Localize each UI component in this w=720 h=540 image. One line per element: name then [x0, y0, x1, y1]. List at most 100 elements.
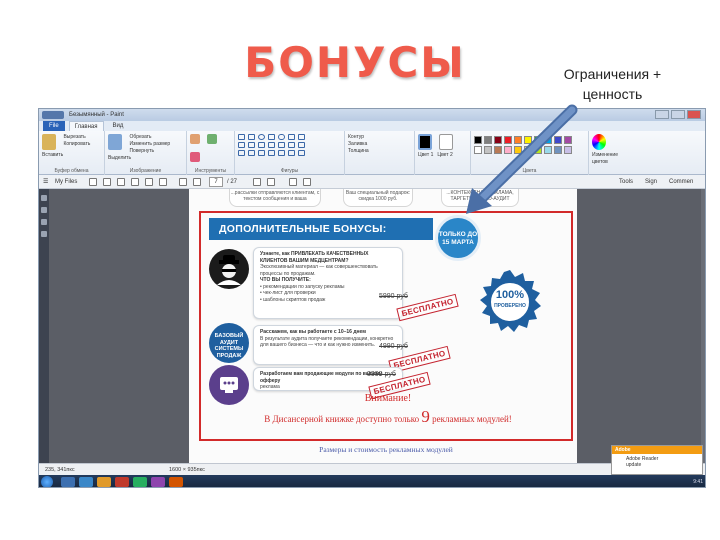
color-swatch[interactable] [544, 136, 552, 144]
shape-callout-oval-icon[interactable] [288, 150, 295, 156]
shape-arrow-down-icon[interactable] [238, 150, 245, 156]
color-swatch[interactable] [524, 146, 532, 154]
shape-star4-icon[interactable] [248, 150, 255, 156]
zoom-in-icon[interactable] [303, 178, 311, 186]
color-swatch[interactable] [554, 136, 562, 144]
rotate-button[interactable]: Повернуть [129, 148, 170, 155]
color-swatch[interactable] [524, 136, 532, 144]
taskbar-media-icon[interactable] [115, 477, 129, 487]
bookmarks-icon[interactable] [41, 207, 47, 213]
create-pdf-icon[interactable] [89, 178, 97, 186]
color-swatch[interactable] [514, 146, 522, 154]
fill-bucket-icon[interactable] [207, 134, 218, 144]
select-icon[interactable] [108, 134, 122, 150]
sign-button[interactable]: Sign [645, 175, 657, 189]
taskbar-ie-icon[interactable] [79, 477, 93, 487]
start-button[interactable] [41, 476, 53, 487]
color-swatch[interactable] [534, 136, 542, 144]
taskbar-reader-icon[interactable] [169, 477, 183, 487]
shape-rounded-rect-icon[interactable] [278, 134, 285, 140]
color-swatch[interactable] [514, 136, 522, 144]
hand-icon[interactable] [267, 178, 275, 186]
shape-triangle-icon[interactable] [298, 134, 305, 140]
zoom-out-icon[interactable] [289, 178, 297, 186]
shape-star6-icon[interactable] [268, 150, 275, 156]
close-button[interactable] [687, 110, 701, 119]
attachments-icon[interactable] [41, 219, 47, 225]
print-icon[interactable] [131, 178, 139, 186]
shapes-gallery[interactable] [238, 134, 341, 156]
my-files-button[interactable]: My Files [55, 175, 77, 189]
save-icon[interactable] [117, 178, 125, 186]
shape-arrow-left-icon[interactable] [288, 142, 295, 148]
color-swatch[interactable] [474, 146, 482, 154]
shape-heart-icon[interactable] [298, 150, 305, 156]
color-swatch[interactable] [544, 146, 552, 154]
shape-diamond-icon[interactable] [248, 142, 255, 148]
tools-button[interactable]: Tools [619, 175, 633, 189]
color-swatch[interactable] [474, 136, 482, 144]
color-swatch[interactable] [494, 146, 502, 154]
color-swatch[interactable] [564, 146, 572, 154]
copy-button[interactable]: Копировать [63, 141, 90, 148]
color-swatch[interactable] [484, 136, 492, 144]
paste-button[interactable]: Вставить [42, 152, 101, 159]
quick-access-toolbar[interactable] [42, 111, 64, 119]
shape-pentagon-icon[interactable] [258, 142, 265, 148]
maximize-button[interactable] [671, 110, 685, 119]
taskbar-explorer-icon[interactable] [61, 477, 75, 487]
shape-rect-icon[interactable] [268, 134, 275, 140]
pencil-icon[interactable] [190, 134, 200, 144]
tray-clock[interactable]: 9:41 [693, 475, 703, 487]
menu-icon[interactable]: ☰ [43, 175, 48, 189]
prev-page-icon[interactable] [179, 178, 187, 186]
shape-oval-icon[interactable] [258, 134, 265, 140]
page-number-input[interactable]: 7 [209, 177, 223, 187]
pointer-icon[interactable] [253, 178, 261, 186]
edit-colors-button[interactable]: Изменение цветов [592, 152, 630, 166]
color-swatch[interactable] [534, 146, 542, 154]
color-swatch[interactable] [554, 146, 562, 154]
minimize-button[interactable] [655, 110, 669, 119]
fill-button[interactable]: Заливка [348, 141, 411, 148]
layers-icon[interactable] [41, 231, 47, 237]
select-button[interactable]: Выделить [108, 155, 183, 162]
taskbar-folder-icon[interactable] [97, 477, 111, 487]
next-page-icon[interactable] [193, 178, 201, 186]
color-palette[interactable] [474, 136, 585, 154]
color1-swatch[interactable] [418, 134, 432, 150]
color-swatch[interactable] [504, 136, 512, 144]
taskbar-app-icon[interactable] [133, 477, 147, 487]
shape-arrow-right-icon[interactable] [278, 142, 285, 148]
edit-icon[interactable] [103, 178, 111, 186]
cut-button[interactable]: Вырезать [63, 134, 90, 141]
shape-hexagon-icon[interactable] [268, 142, 275, 148]
color-swatch[interactable] [504, 146, 512, 154]
shape-callout-rect-icon[interactable] [278, 150, 285, 156]
color-swatch[interactable] [564, 136, 572, 144]
comment-button[interactable]: Commen [669, 175, 693, 189]
resize-button[interactable]: Изменить размер [129, 141, 170, 148]
edit-colors-icon[interactable] [592, 134, 606, 150]
search-icon[interactable] [159, 178, 167, 186]
tab-home[interactable]: Главная [68, 121, 104, 131]
taskbar-paint-icon[interactable] [151, 477, 165, 487]
vertical-scrollbar[interactable] [701, 189, 705, 463]
color-swatch[interactable] [484, 146, 492, 154]
sizes-link[interactable]: Размеры и стоимость рекламных модулей [199, 445, 573, 454]
shape-arrow-up-icon[interactable] [298, 142, 305, 148]
update-notification[interactable]: Adobe Adobe Reader update [611, 445, 703, 475]
shape-star5-icon[interactable] [258, 150, 265, 156]
shape-line-icon[interactable] [238, 134, 245, 140]
pages-icon[interactable] [41, 195, 47, 201]
crop-button[interactable]: Обрезать [129, 134, 170, 141]
mail-icon[interactable] [145, 178, 153, 186]
shape-right-triangle-icon[interactable] [238, 142, 245, 148]
file-tab[interactable]: File [43, 121, 65, 131]
paste-icon[interactable] [42, 134, 56, 150]
shape-polygon-icon[interactable] [288, 134, 295, 140]
color2-swatch[interactable] [439, 134, 454, 150]
color-swatch[interactable] [494, 136, 502, 144]
outline-button[interactable]: Контур [348, 134, 411, 141]
brush-icon[interactable] [190, 152, 200, 162]
